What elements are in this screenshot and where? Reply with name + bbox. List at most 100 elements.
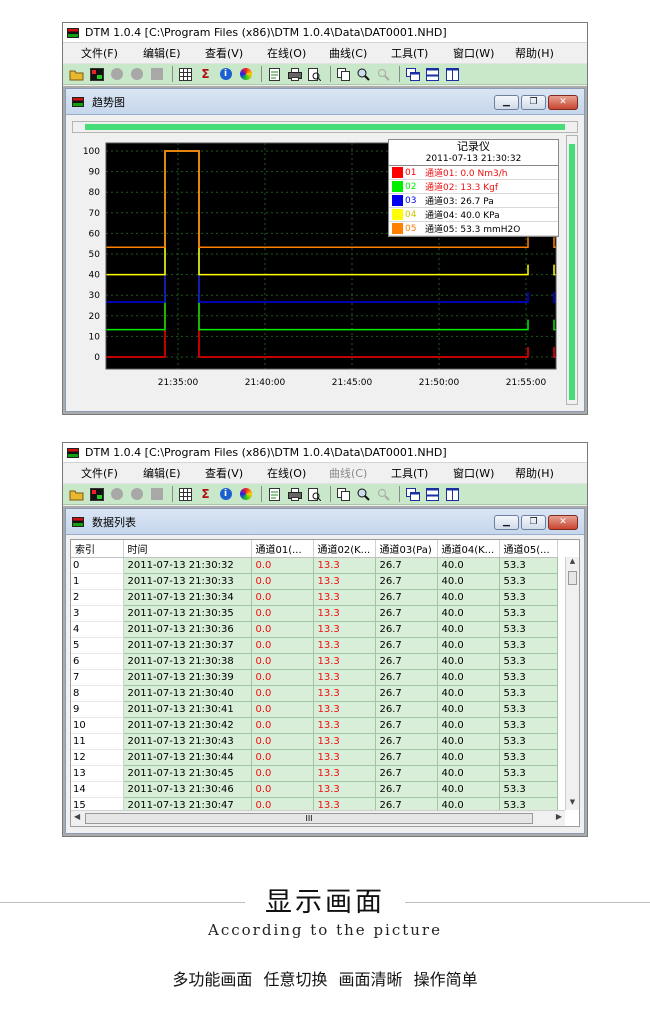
open-folder-icon[interactable] <box>68 67 85 82</box>
copy-icon[interactable] <box>335 67 352 82</box>
cascade-windows-icon[interactable] <box>404 487 421 502</box>
clear-zoom-icon[interactable] <box>375 67 392 82</box>
tile-vertical-icon[interactable] <box>444 67 461 82</box>
pause-off-icon[interactable] <box>128 487 145 502</box>
minimize-button[interactable]: ▁ <box>494 95 519 110</box>
menu-tools[interactable]: 工具(T) <box>391 45 453 61</box>
hscroll-thumb[interactable]: III <box>85 813 533 824</box>
table-cell: 0.0 <box>251 749 314 766</box>
grid-table-icon[interactable] <box>177 67 194 82</box>
tile-horizontal-icon[interactable] <box>424 67 441 82</box>
table-row[interactable]: 0 2011-07-13 21:30:32 0.0 13.3 26.7 40.0 53.3 <box>71 557 558 574</box>
zoom-icon[interactable] <box>355 487 372 502</box>
table-cell: 0.0 <box>251 669 314 686</box>
menu-window[interactable]: 窗口(W) <box>453 465 515 481</box>
tile-vertical-icon[interactable] <box>444 487 461 502</box>
document-icon[interactable] <box>266 67 283 82</box>
sigma-icon[interactable]: Σ <box>197 67 214 82</box>
time-scrollbar[interactable] <box>72 121 578 133</box>
print-preview-icon[interactable] <box>306 487 323 502</box>
table-row[interactable]: 13 2011-07-13 21:30:45 0.0 13.3 26.7 40.0 53.3 <box>71 765 558 782</box>
column-header[interactable]: 通道03(Pa) <box>375 540 438 558</box>
table-row[interactable]: 3 2011-07-13 21:30:35 0.0 13.3 26.7 40.0 53.3 <box>71 605 558 622</box>
column-header[interactable]: 通道04(K... <box>437 540 500 558</box>
close-button[interactable]: ✕ <box>548 515 578 530</box>
table-row[interactable]: 2 2011-07-13 21:30:34 0.0 13.3 26.7 40.0 53.3 <box>71 589 558 606</box>
scroll-up-icon[interactable]: ▲ <box>566 557 579 569</box>
table-row[interactable]: 1 2011-07-13 21:30:33 0.0 13.3 26.7 40.0 53.3 <box>71 573 558 590</box>
table-row[interactable]: 7 2011-07-13 21:30:39 0.0 13.3 26.7 40.0 53.3 <box>71 669 558 686</box>
menu-help[interactable]: 帮助(H) <box>515 45 577 61</box>
chart-legend: 记录仪 2011-07-13 21:30:32 01 通道01: 0.0 Nm3/… <box>388 139 559 237</box>
column-header[interactable]: 通道01(... <box>251 540 314 558</box>
menu-help[interactable]: 帮助(H) <box>515 465 577 481</box>
stop-off-icon[interactable] <box>148 67 165 82</box>
zoom-icon[interactable] <box>355 67 372 82</box>
value-scrollbar[interactable] <box>566 135 578 405</box>
menu-edit[interactable]: 编辑(E) <box>143 465 205 481</box>
horizontal-scrollbar[interactable]: ◀ III ▶ <box>71 810 565 826</box>
legend-channel-label: 通道04: 40.0 KPa <box>425 211 500 221</box>
menu-tools[interactable]: 工具(T) <box>391 465 453 481</box>
cascade-windows-icon[interactable] <box>404 67 421 82</box>
print-preview-icon[interactable] <box>306 67 323 82</box>
close-button[interactable]: ✕ <box>548 95 578 110</box>
table-row[interactable]: 5 2011-07-13 21:30:37 0.0 13.3 26.7 40.0 53.3 <box>71 637 558 654</box>
print-icon[interactable] <box>286 67 303 82</box>
table-row[interactable]: 11 2011-07-13 21:30:43 0.0 13.3 26.7 40.0 53.3 <box>71 733 558 750</box>
record-off-icon[interactable] <box>108 487 125 502</box>
color-wheel-icon[interactable] <box>237 67 254 82</box>
print-icon[interactable] <box>286 487 303 502</box>
scroll-right-icon[interactable]: ▶ <box>556 812 562 821</box>
tile-horizontal-icon[interactable] <box>424 487 441 502</box>
scroll-thumb[interactable] <box>568 571 577 585</box>
column-header[interactable]: 时间 <box>123 540 252 558</box>
grid-table-icon[interactable] <box>177 487 194 502</box>
table-cell: 13.3 <box>313 733 376 750</box>
menu-curve[interactable]: 曲线(C) <box>329 45 391 61</box>
menu-online[interactable]: 在线(O) <box>267 45 329 61</box>
table-row[interactable]: 8 2011-07-13 21:30:40 0.0 13.3 26.7 40.0 53.3 <box>71 685 558 702</box>
info-icon[interactable]: i <box>217 487 234 502</box>
table-row[interactable]: 6 2011-07-13 21:30:38 0.0 13.3 26.7 40.0 53.3 <box>71 653 558 670</box>
color-wheel-icon[interactable] <box>237 487 254 502</box>
vertical-scrollbar[interactable]: ▲ ▼ <box>565 557 579 810</box>
menu-view[interactable]: 查看(V) <box>205 45 267 61</box>
table-cell: 13.3 <box>313 669 376 686</box>
menu-view[interactable]: 查看(V) <box>205 465 267 481</box>
scroll-left-icon[interactable]: ◀ <box>74 812 80 821</box>
menu-edit[interactable]: 编辑(E) <box>143 45 205 61</box>
maximize-button[interactable]: ❐ <box>521 95 546 110</box>
info-icon[interactable]: i <box>217 67 234 82</box>
menu-file[interactable]: 文件(F) <box>81 465 143 481</box>
sigma-icon[interactable]: Σ <box>197 487 214 502</box>
chart-area: 0 10 20 30 40 50 60 70 80 90 100 21:35:00 21:40:00 21… <box>72 121 578 405</box>
table-row[interactable]: 14 2011-07-13 21:30:46 0.0 13.3 26.7 40.0 53.3 <box>71 781 558 798</box>
record-off-icon[interactable] <box>108 67 125 82</box>
open-folder-icon[interactable] <box>68 487 85 502</box>
minimize-button[interactable]: ▁ <box>494 515 519 530</box>
copy-icon[interactable] <box>335 487 352 502</box>
table-cell: 40.0 <box>437 621 500 638</box>
clear-zoom-icon[interactable] <box>375 487 392 502</box>
maximize-button[interactable]: ❐ <box>521 515 546 530</box>
x-tick-label: 21:40:00 <box>245 378 286 388</box>
column-header[interactable]: 通道02(K... <box>313 540 376 558</box>
table-row[interactable]: 9 2011-07-13 21:30:41 0.0 13.3 26.7 40.0 53.3 <box>71 701 558 718</box>
stop-off-icon[interactable] <box>148 487 165 502</box>
table-row[interactable]: 4 2011-07-13 21:30:36 0.0 13.3 26.7 40.0 53.3 <box>71 621 558 638</box>
menu-file[interactable]: 文件(F) <box>81 45 143 61</box>
table-row[interactable]: 10 2011-07-13 21:30:42 0.0 13.3 26.7 40.0 53.3 <box>71 717 558 734</box>
menu-curve[interactable]: 曲线(C) <box>329 465 391 481</box>
acquire-icon[interactable] <box>88 487 105 502</box>
menu-window[interactable]: 窗口(W) <box>453 45 515 61</box>
table-row[interactable]: 12 2011-07-13 21:30:44 0.0 13.3 26.7 40.0 53.3 <box>71 749 558 766</box>
legend-swatch <box>392 181 403 192</box>
menu-online[interactable]: 在线(O) <box>267 465 329 481</box>
column-header[interactable]: 索引 <box>71 540 124 558</box>
pause-off-icon[interactable] <box>128 67 145 82</box>
document-icon[interactable] <box>266 487 283 502</box>
scroll-down-icon[interactable]: ▼ <box>566 798 579 810</box>
acquire-icon[interactable] <box>88 67 105 82</box>
column-header[interactable]: 通道05(... <box>499 540 558 558</box>
